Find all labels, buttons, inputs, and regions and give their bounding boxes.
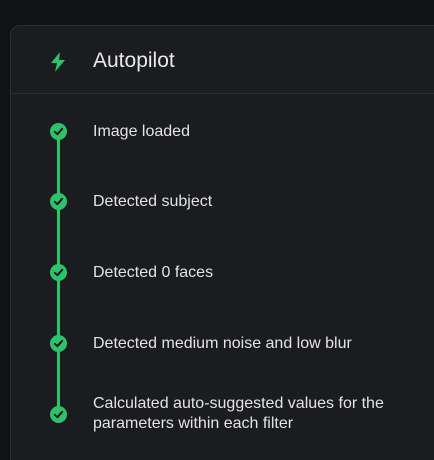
step-label: Detected subject	[93, 193, 213, 210]
check-icon	[50, 335, 67, 352]
step-label: Image loaded	[93, 123, 190, 140]
check-icon	[50, 264, 67, 281]
lightning-bolt-icon	[51, 52, 65, 72]
step-label: Detected medium noise and low blur	[93, 335, 352, 352]
autopilot-panel: Autopilot Image loaded Detected subject …	[10, 25, 434, 460]
panel-header: Autopilot	[11, 26, 434, 94]
check-icon	[50, 193, 67, 210]
step-label: Calculated auto-suggested values for the…	[93, 395, 384, 432]
step-label: Detected 0 faces	[93, 264, 214, 281]
check-icon	[50, 406, 67, 423]
check-icon	[50, 123, 67, 140]
panel-title: Autopilot	[93, 49, 175, 72]
top-bar	[0, 0, 434, 25]
